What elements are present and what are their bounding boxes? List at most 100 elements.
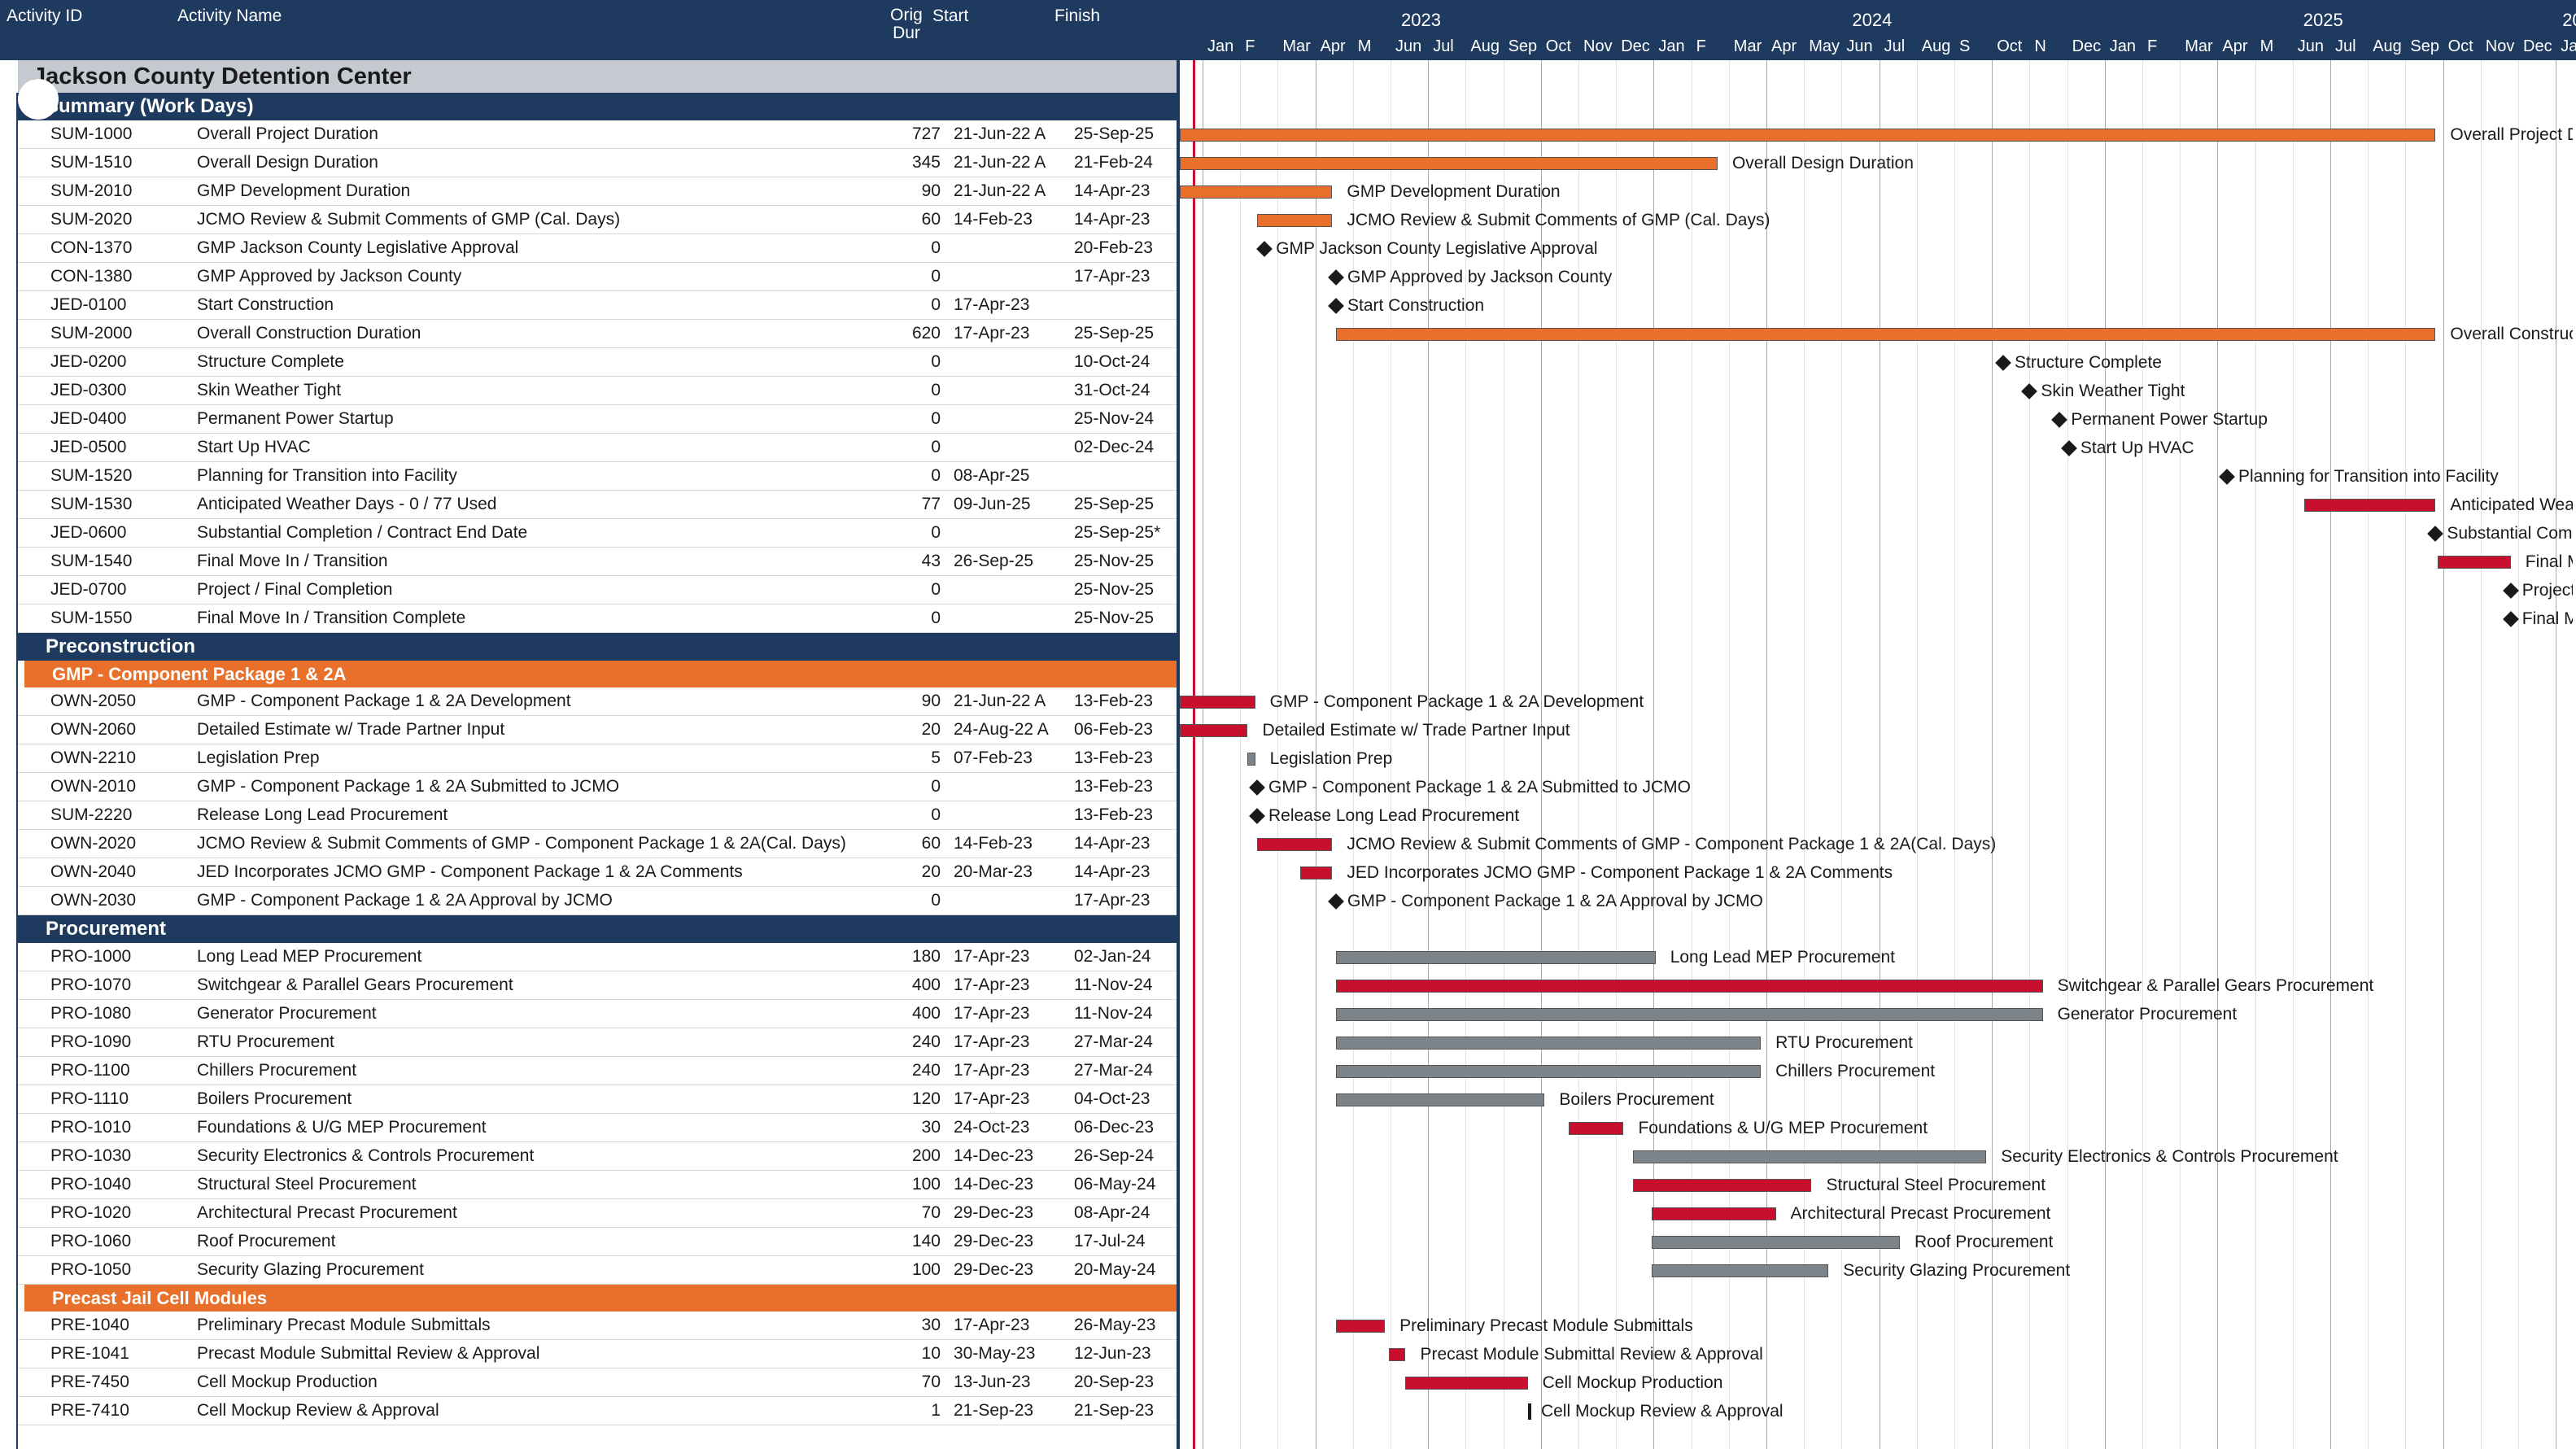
milestone-diamond-icon[interactable] [2427, 525, 2444, 542]
gantt-bar[interactable] [2437, 555, 2511, 569]
table-row[interactable]: JED-0300 Skin Weather Tight 0 31-Oct-24 [18, 377, 1177, 405]
table-row[interactable]: JED-0100 Start Construction 0 17-Apr-23 [18, 291, 1177, 320]
gantt-bar[interactable] [1336, 1007, 2043, 1021]
table-row[interactable]: OWN-2020 JCMO Review & Submit Comments of… [18, 830, 1177, 858]
gantt-bar[interactable] [1247, 752, 1255, 766]
table-row[interactable]: JED-0600 Substantial Completion / Contrac… [18, 519, 1177, 548]
activity-name-cell: Chillers Procurement [197, 1061, 357, 1080]
gantt-bar[interactable] [1180, 128, 2436, 142]
milestone-diamond-icon[interactable] [1328, 893, 1344, 910]
table-row[interactable]: PRO-1090 RTU Procurement 240 17-Apr-23 27-Ma… [18, 1028, 1177, 1057]
gantt-bar[interactable] [1652, 1235, 1900, 1249]
table-row[interactable]: JED-0200 Structure Complete 0 10-Oct-24 [18, 348, 1177, 377]
gantt-bar[interactable] [1388, 1347, 1406, 1361]
gantt-bar-label: Chillers Procurement [1775, 1061, 1936, 1080]
gantt-bar[interactable] [1569, 1121, 1624, 1135]
gantt-bar[interactable] [1632, 1178, 1812, 1192]
table-row[interactable]: SUM-1520 Planning for Transition into Fac… [18, 462, 1177, 491]
table-row[interactable]: JED-0500 Start Up HVAC 0 02-Dec-24 [18, 434, 1177, 462]
gantt-bar[interactable] [1336, 1093, 1545, 1106]
milestone-diamond-icon[interactable] [2021, 382, 2038, 399]
table-row[interactable]: PRO-1080 Generator Procurement 400 17-Apr-2… [18, 1000, 1177, 1028]
table-row[interactable]: OWN-2010 GMP - Component Package 1 & 2A S… [18, 773, 1177, 801]
table-row[interactable]: PRO-1010 Foundations & U/G MEP Procuremen… [18, 1114, 1177, 1142]
gantt-bar[interactable] [1632, 1150, 1987, 1163]
table-row[interactable]: PRO-1030 Security Electronics & Controls … [18, 1142, 1177, 1171]
table-row[interactable]: SUM-2010 GMP Development Duration 90 21-Jun… [18, 177, 1177, 206]
gantt-bar[interactable] [1336, 1319, 1386, 1333]
project-title-row[interactable]: Jackson County Detention Center [18, 60, 1177, 93]
section-band[interactable]: Summary (Work Days) [18, 93, 1177, 120]
gantt-bar[interactable] [1336, 327, 2436, 341]
table-row[interactable]: PRE-1040 Preliminary Precast Module Submi… [18, 1312, 1177, 1340]
milestone-diamond-icon[interactable] [1249, 779, 1265, 796]
table-row[interactable]: PRO-1060 Roof Procurement 140 29-Dec-23 17-J… [18, 1228, 1177, 1256]
gantt-bar[interactable] [2303, 498, 2436, 512]
table-row[interactable]: JED-0400 Permanent Power Startup 0 25-Nov-2… [18, 405, 1177, 434]
table-row[interactable]: OWN-2210 Legislation Prep 5 07-Feb-23 13-Feb… [18, 744, 1177, 773]
table-row[interactable]: JED-0700 Project / Final Completion 0 25-No… [18, 576, 1177, 604]
table-row[interactable]: SUM-1510 Overall Design Duration 345 21-Jun… [18, 149, 1177, 177]
gantt-bar[interactable] [1256, 213, 1333, 227]
gantt-bar[interactable] [1300, 866, 1333, 879]
table-row[interactable]: SUM-1530 Anticipated Weather Days - 0 / 7… [18, 491, 1177, 519]
milestone-diamond-icon[interactable] [1328, 268, 1344, 286]
table-row[interactable]: PRO-1020 Architectural Precast Procuremen… [18, 1199, 1177, 1228]
gantt-bar[interactable] [1652, 1264, 1829, 1277]
table-row[interactable]: OWN-2060 Detailed Estimate w/ Trade Partn… [18, 716, 1177, 744]
table-row[interactable]: PRO-1110 Boilers Procurement 120 17-Apr-23 0… [18, 1085, 1177, 1114]
gantt-bar[interactable] [1180, 695, 1255, 709]
finish-date-cell: 08-Apr-24 [1074, 1203, 1150, 1222]
gantt-bar[interactable] [1336, 1036, 1762, 1050]
gantt-bar[interactable] [1180, 156, 1718, 170]
gantt-tick[interactable] [1527, 1403, 1531, 1420]
table-row[interactable]: CON-1380 GMP Approved by Jackson County 0 1… [18, 263, 1177, 291]
milestone-diamond-icon[interactable] [1995, 354, 2011, 371]
table-row[interactable]: OWN-2040 JED Incorporates JCMO GMP - Comp… [18, 858, 1177, 887]
table-row[interactable]: OWN-2050 GMP - Component Package 1 & 2A D… [18, 687, 1177, 716]
col-finish-header[interactable]: Finish [1054, 7, 1100, 26]
table-row[interactable]: PRO-1070 Switchgear & Parallel Gears Proc… [18, 971, 1177, 1000]
gantt-bar[interactable] [1405, 1376, 1528, 1390]
table-row[interactable]: PRE-7410 Cell Mockup Review & Approval 1 21… [18, 1397, 1177, 1425]
table-row[interactable]: SUM-1540 Final Move In / Transition 43 26-S… [18, 548, 1177, 576]
gantt-bar[interactable] [1180, 723, 1248, 737]
table-row[interactable]: SUM-2020 JCMO Review & Submit Comments of… [18, 206, 1177, 234]
table-row[interactable]: SUM-1550 Final Move In / Transition Compl… [18, 604, 1177, 633]
milestone-diamond-icon[interactable] [1249, 807, 1265, 824]
table-row[interactable]: PRO-1100 Chillers Procurement 240 17-Apr-23… [18, 1057, 1177, 1085]
milestone-diamond-icon[interactable] [2502, 582, 2519, 599]
table-row[interactable]: SUM-1000 Overall Project Duration 727 21-Ju… [18, 120, 1177, 149]
col-activity-id-header[interactable]: Activity ID [7, 7, 82, 26]
section-band[interactable]: Preconstruction [18, 633, 1177, 661]
gantt-bar[interactable] [1652, 1207, 1776, 1220]
table-row[interactable]: PRE-1041 Precast Module Submittal Review … [18, 1340, 1177, 1368]
activity-name-cell: RTU Procurement [197, 1032, 334, 1051]
milestone-diamond-icon[interactable] [2051, 411, 2068, 428]
gantt-bar[interactable] [1256, 837, 1333, 851]
milestone-diamond-icon[interactable] [1256, 240, 1273, 257]
section-band[interactable]: GMP - Component Package 1 & 2A [24, 661, 1177, 687]
col-activity-name-header[interactable]: Activity Name [177, 7, 282, 26]
section-band[interactable]: Procurement [18, 915, 1177, 943]
milestone-diamond-icon[interactable] [2061, 439, 2077, 456]
table-row[interactable]: PRO-1050 Security Glazing Procurement 100 2… [18, 1256, 1177, 1285]
col-start-header[interactable]: Start [932, 7, 968, 26]
milestone-diamond-icon[interactable] [2502, 610, 2519, 627]
gantt-bar[interactable] [1336, 1064, 1762, 1078]
table-row[interactable]: SUM-2220 Release Long Lead Procurement 0 13… [18, 801, 1177, 830]
gantt-bar[interactable] [1180, 185, 1333, 199]
section-band[interactable]: Precast Jail Cell Modules [24, 1285, 1177, 1312]
table-row[interactable]: PRO-1040 Structural Steel Procurement 100 1… [18, 1171, 1177, 1199]
table-row[interactable]: PRE-7450 Cell Mockup Production 70 13-Jun-2… [18, 1368, 1177, 1397]
start-date-cell: 29-Dec-23 [954, 1260, 1034, 1279]
col-orig-dur-header[interactable]: Orig Dur [882, 7, 931, 42]
table-row[interactable]: SUM-2000 Overall Construction Duration 620… [18, 320, 1177, 348]
milestone-diamond-icon[interactable] [1328, 297, 1344, 314]
table-row[interactable]: CON-1370 GMP Jackson County Legislative A… [18, 234, 1177, 263]
gantt-bar[interactable] [1336, 950, 1656, 964]
milestone-diamond-icon[interactable] [2219, 468, 2235, 485]
table-row[interactable]: OWN-2030 GMP - Component Package 1 & 2A A… [18, 887, 1177, 915]
table-row[interactable]: PRO-1000 Long Lead MEP Procurement 180 17-A… [18, 943, 1177, 971]
gantt-bar[interactable] [1336, 979, 2043, 993]
